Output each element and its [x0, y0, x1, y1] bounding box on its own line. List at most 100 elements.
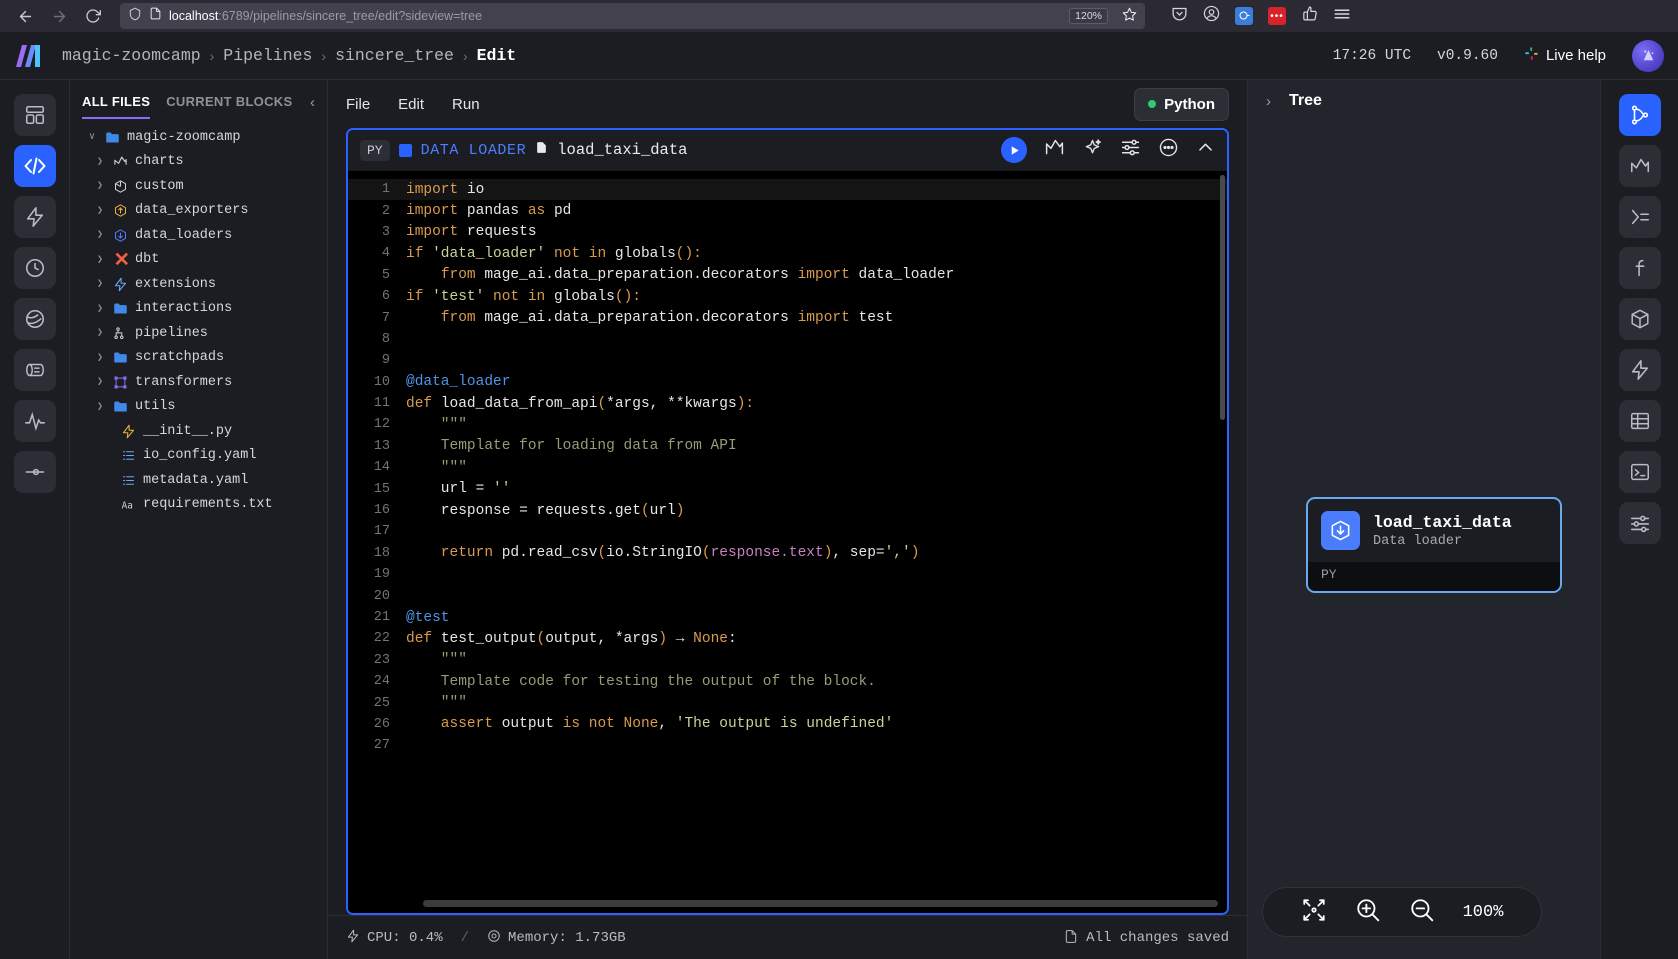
file-tree-item[interactable]: Aarequirements.txt	[72, 493, 327, 518]
chart-icon[interactable]	[1044, 137, 1065, 163]
right-item-terminal[interactable]	[1619, 451, 1661, 493]
chevron-right-icon[interactable]: ❯	[94, 205, 106, 217]
chevron-right-icon[interactable]: ❯	[94, 156, 106, 168]
file-tree-item[interactable]: ❯transformers	[72, 370, 327, 395]
pipeline-node-load-taxi-data[interactable]: load_taxi_data Data loader PY	[1306, 497, 1562, 593]
chevron-right-icon[interactable]: ›	[1266, 93, 1271, 110]
block-name-label: load_taxi_data	[557, 141, 687, 159]
menu-file[interactable]: File	[346, 96, 370, 113]
file-tree-item[interactable]: ∨magic-zoomcamp	[72, 125, 327, 150]
editor-vertical-scrollbar[interactable]	[1220, 175, 1225, 420]
extension-thumb-icon[interactable]	[1301, 5, 1318, 27]
sidebar-item-triggers[interactable]	[14, 196, 56, 238]
browser-address-bar[interactable]: localhost:6789/pipelines/sincere_tree/ed…	[120, 3, 1145, 29]
hamburger-menu-icon[interactable]	[1333, 5, 1351, 28]
file-tree-item[interactable]: ❯scratchpads	[72, 346, 327, 371]
chevron-right-icon[interactable]: ❯	[94, 327, 106, 339]
menu-run[interactable]: Run	[452, 96, 480, 113]
browser-forward-button[interactable]	[44, 2, 74, 30]
right-item-data-table[interactable]	[1619, 400, 1661, 442]
right-item-tree[interactable]	[1619, 94, 1661, 136]
chevron-right-icon[interactable]: ❯	[94, 352, 106, 364]
kernel-status-button[interactable]: Python	[1134, 88, 1229, 121]
chevron-left-icon[interactable]: ‹	[310, 94, 315, 119]
pipeline-canvas[interactable]: load_taxi_data Data loader PY	[1248, 122, 1600, 959]
mage-logo[interactable]	[14, 43, 44, 69]
file-tree-item-label: data_loaders	[135, 228, 232, 243]
right-item-extensions[interactable]	[1619, 349, 1661, 391]
file-tree-item[interactable]: ❯charts	[72, 150, 327, 175]
sidebar-item-runs[interactable]	[14, 247, 56, 289]
menu-edit[interactable]: Edit	[398, 96, 424, 113]
sidebar-item-logs[interactable]	[14, 349, 56, 391]
right-item-functions[interactable]	[1619, 247, 1661, 289]
chevron-right-icon[interactable]: ❯	[94, 278, 106, 290]
editor-horizontal-scrollbar[interactable]	[423, 900, 1218, 907]
chevron-right-icon[interactable]: ❯	[94, 254, 106, 266]
sidebar-item-global-data[interactable]	[14, 298, 56, 340]
settings-sliders-icon[interactable]	[1120, 137, 1141, 163]
breadcrumb-item-pipeline[interactable]: sincere_tree	[335, 46, 454, 65]
code-line-text: url = ''	[406, 481, 510, 497]
line-number: 4	[348, 246, 406, 261]
sidebar-item-settings[interactable]	[14, 451, 56, 493]
tab-current-blocks[interactable]: CURRENT BLOCKS	[166, 94, 292, 117]
file-tree-item[interactable]: io_config.yaml	[72, 444, 327, 469]
chevron-right-icon[interactable]: ❯	[94, 376, 106, 388]
chevron-up-icon[interactable]	[1196, 138, 1215, 162]
line-number: 20	[348, 589, 406, 604]
right-item-charts[interactable]	[1619, 145, 1661, 187]
chevron-right-icon[interactable]: ❯	[94, 401, 106, 413]
folder-icon	[104, 130, 121, 145]
chevron-right-icon[interactable]: ❯	[94, 303, 106, 315]
breadcrumb-item-pipelines[interactable]: Pipelines	[223, 46, 312, 65]
line-number: 26	[348, 717, 406, 732]
sidebar-item-monitor[interactable]	[14, 400, 56, 442]
code-line-text: import requests	[406, 224, 537, 240]
play-icon[interactable]	[1001, 137, 1027, 163]
file-tree-item[interactable]: ❯interactions	[72, 297, 327, 322]
browser-zoom-indicator[interactable]: 120%	[1069, 8, 1108, 24]
code-line-text: if 'test' not in globals():	[406, 289, 641, 305]
extension-blue-icon[interactable]	[1235, 7, 1253, 25]
zoom-in-icon[interactable]	[1355, 897, 1381, 928]
star-icon[interactable]	[1122, 7, 1137, 25]
file-tree-item[interactable]: ❯custom	[72, 174, 327, 199]
browser-back-button[interactable]	[10, 2, 40, 30]
file-tree-item[interactable]: ❯ dbt	[72, 248, 327, 273]
save-status: All changes saved	[1064, 929, 1229, 947]
zoom-out-icon[interactable]	[1409, 897, 1435, 928]
file-tree-item[interactable]: ❯utils	[72, 395, 327, 420]
browser-reload-button[interactable]	[78, 2, 108, 30]
more-options-icon[interactable]	[1158, 137, 1179, 163]
tab-all-files[interactable]: ALL FILES	[82, 94, 150, 119]
file-tree-item[interactable]: ❯extensions	[72, 272, 327, 297]
fit-to-screen-icon[interactable]	[1301, 897, 1327, 928]
right-item-variables[interactable]	[1619, 196, 1661, 238]
right-item-settings[interactable]	[1619, 502, 1661, 544]
block-type-label: DATA LOADER	[421, 142, 527, 159]
file-tree-item[interactable]: ❯data_exporters	[72, 199, 327, 224]
line-number: 15	[348, 482, 406, 497]
live-help-button[interactable]: Live help	[1524, 46, 1606, 65]
pocket-icon[interactable]	[1171, 5, 1188, 27]
code-editor[interactable]: 1import io2import pandas as pd3import re…	[348, 171, 1227, 913]
sparkle-icon[interactable]	[1082, 137, 1103, 163]
sidebar-item-dashboard[interactable]	[14, 94, 56, 136]
account-icon[interactable]	[1203, 5, 1220, 27]
file-tree-item[interactable]: __init__.py	[72, 419, 327, 444]
canvas-zoom-level: 100%	[1463, 903, 1504, 922]
file-tree-item-label: dbt	[135, 252, 159, 267]
code-line-text: if 'data_loader' not in globals():	[406, 246, 702, 262]
avatar[interactable]	[1632, 40, 1664, 72]
breadcrumb-item-project[interactable]: magic-zoomcamp	[62, 46, 201, 65]
chevron-down-icon[interactable]: ∨	[86, 131, 98, 143]
file-tree-item[interactable]: metadata.yaml	[72, 468, 327, 493]
chevron-right-icon[interactable]: ❯	[94, 229, 106, 241]
sidebar-item-code[interactable]	[14, 145, 56, 187]
file-tree-item[interactable]: ❯ data_loaders	[72, 223, 327, 248]
file-tree-item[interactable]: ❯pipelines	[72, 321, 327, 346]
chevron-right-icon[interactable]: ❯	[94, 180, 106, 192]
extension-red-icon[interactable]: •••	[1268, 7, 1286, 25]
right-item-blocks[interactable]	[1619, 298, 1661, 340]
